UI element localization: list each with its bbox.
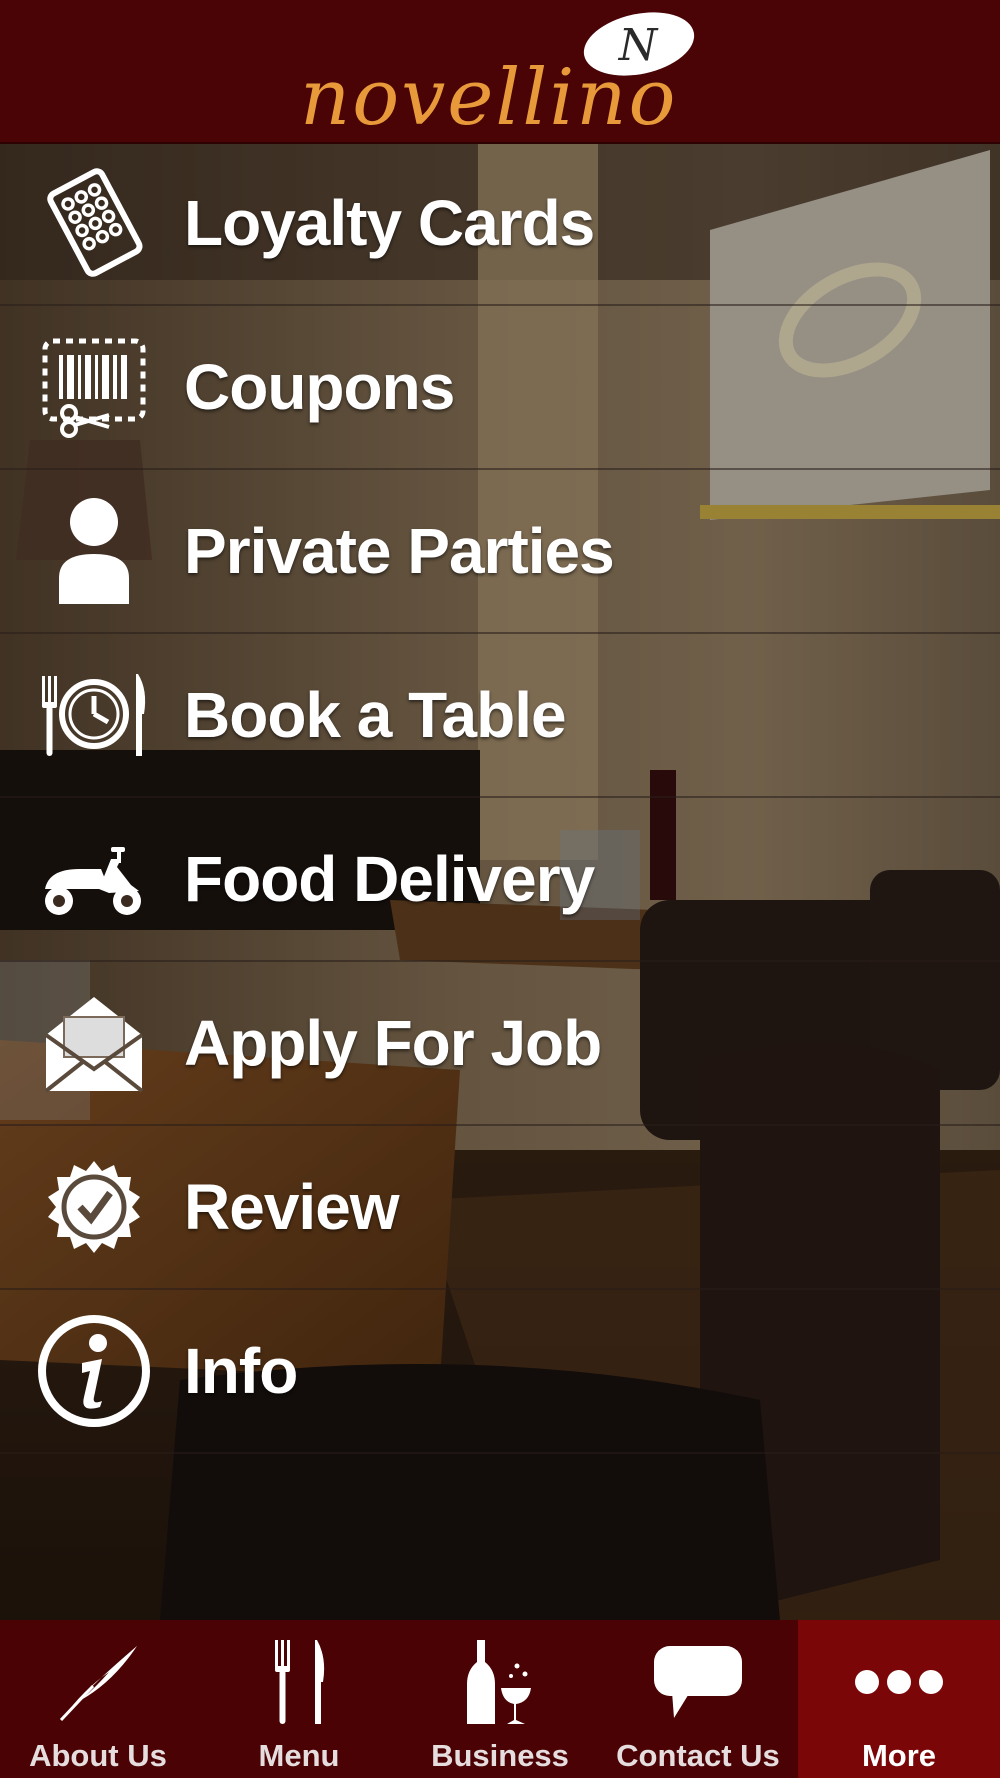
menu-item-apply-for-job[interactable]: Apply For Job [0,962,1000,1126]
app-screen: N novellino Loyalty Cards Coupons Privat… [0,0,1000,1778]
clock-cutlery-icon [30,656,158,774]
tab-label: More [861,1738,937,1773]
envelope-icon [30,984,158,1102]
menu-item-loyalty-cards[interactable]: Loyalty Cards [0,142,1000,306]
menu-item-label: Info [184,1335,298,1407]
app-logo: novellino [300,53,678,143]
menu-item-coupons[interactable]: Coupons [0,306,1000,470]
tab-label: About Us [29,1738,167,1773]
speech-bubble-icon [648,1636,748,1728]
person-icon [30,492,158,610]
tab-menu[interactable]: Menu [196,1620,402,1778]
menu-item-label: Private Parties [184,515,615,587]
menu-item-label: Food Delivery [184,843,595,915]
loyalty-card-icon [30,164,158,282]
tab-about-us[interactable]: About Us [0,1620,196,1778]
tab-label: Contact Us [616,1738,780,1773]
menu-item-food-delivery[interactable]: Food Delivery [0,798,1000,962]
menu-item-label: Apply For Job [184,1007,602,1079]
coupon-scissors-icon [30,328,158,446]
tab-more[interactable]: More [798,1620,1000,1778]
tab-business[interactable]: Business [402,1620,598,1778]
tab-label: Menu [258,1738,340,1773]
tab-contact-us[interactable]: Contact Us [598,1620,798,1778]
menu-item-private-parties[interactable]: Private Parties [0,470,1000,634]
menu-item-info[interactable]: Info [0,1290,1000,1454]
menu-item-label: Review [184,1171,400,1243]
fork-knife-icon [249,1636,349,1728]
menu-item-label: Coupons [184,351,455,423]
menu-item-label: Loyalty Cards [184,187,595,259]
bottom-tab-bar: About Us Menu Business Contact Us More [0,1620,1000,1778]
info-icon [30,1312,158,1430]
menu-item-book-a-table[interactable]: Book a Table [0,634,1000,798]
feather-icon [48,1636,148,1728]
tab-label: Business [431,1738,569,1773]
more-menu-list: Loyalty Cards Coupons Private Parties Bo… [0,142,1000,1454]
menu-item-label: Book a Table [184,679,567,751]
more-dots-icon [849,1636,949,1728]
badge-check-icon [30,1148,158,1266]
bottle-glass-icon [450,1636,550,1728]
app-header: N novellino [0,0,1000,144]
menu-item-review[interactable]: Review [0,1126,1000,1290]
scooter-icon [30,820,158,938]
